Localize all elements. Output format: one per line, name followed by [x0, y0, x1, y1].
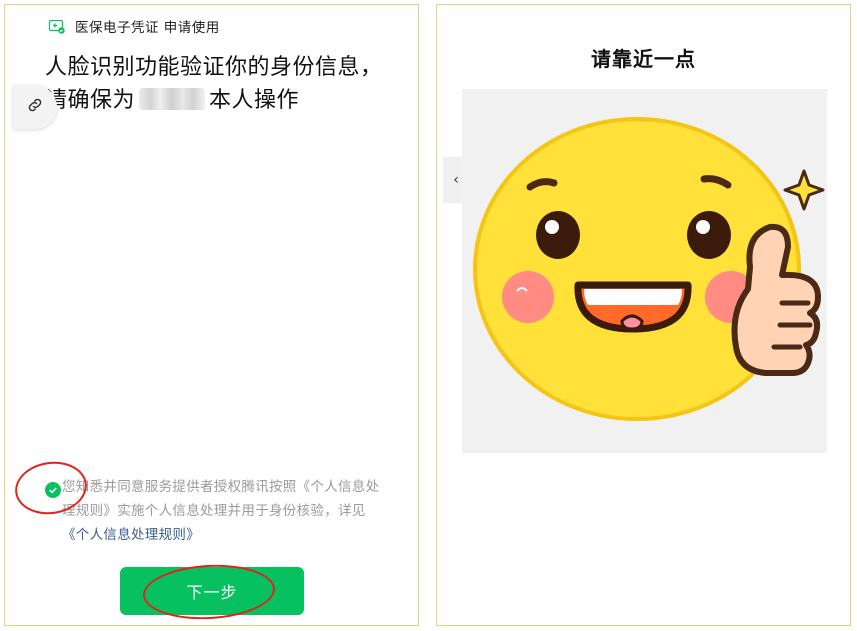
back-icon: ‹ [453, 172, 459, 188]
consent-body: 您知悉并同意服务提供者授权腾讯按照《个人信息处理规则》实施个人信息处理并用于身份… [62, 479, 380, 519]
check-icon[interactable] [45, 482, 61, 498]
page-headline: 人脸识别功能验证你的身份信息， 请确保为 本人操作 [45, 51, 383, 117]
floating-link-button[interactable] [13, 85, 57, 129]
face-verify-intro-panel: 医保电子凭证 申请使用 人脸识别功能验证你的身份信息， 请确保为 本人操作 您知悉… [4, 4, 419, 626]
link-icon [26, 96, 44, 118]
headline-line-2: 请确保为 本人操作 [45, 84, 383, 117]
blurred-name [139, 88, 206, 110]
smiley-thumbs-up-image [473, 117, 825, 421]
page-title: 请靠近一点 [591, 47, 696, 71]
camera-preview [462, 89, 827, 453]
privacy-rules-link[interactable]: 《个人信息处理规则》 [62, 527, 200, 543]
header-title: 医保电子凭证 申请使用 [75, 20, 220, 36]
face-capture-panel: 请靠近一点 ‹ [436, 4, 851, 626]
next-step-button[interactable]: 下一步 [120, 567, 304, 615]
header: 医保电子凭证 申请使用 [48, 16, 220, 36]
headline-prefix: 请确保为 [45, 88, 136, 113]
consent-text: 您知悉并同意服务提供者授权腾讯按照《个人信息处理规则》实施个人信息处理并用于身份… [62, 475, 385, 547]
consent-agreement: 您知悉并同意服务提供者授权腾讯按照《个人信息处理规则》实施个人信息处理并用于身份… [45, 475, 385, 547]
headline-line-1: 人脸识别功能验证你的身份信息， [45, 55, 383, 80]
headline-suffix: 本人操作 [209, 88, 300, 113]
medical-card-icon [48, 19, 65, 34]
